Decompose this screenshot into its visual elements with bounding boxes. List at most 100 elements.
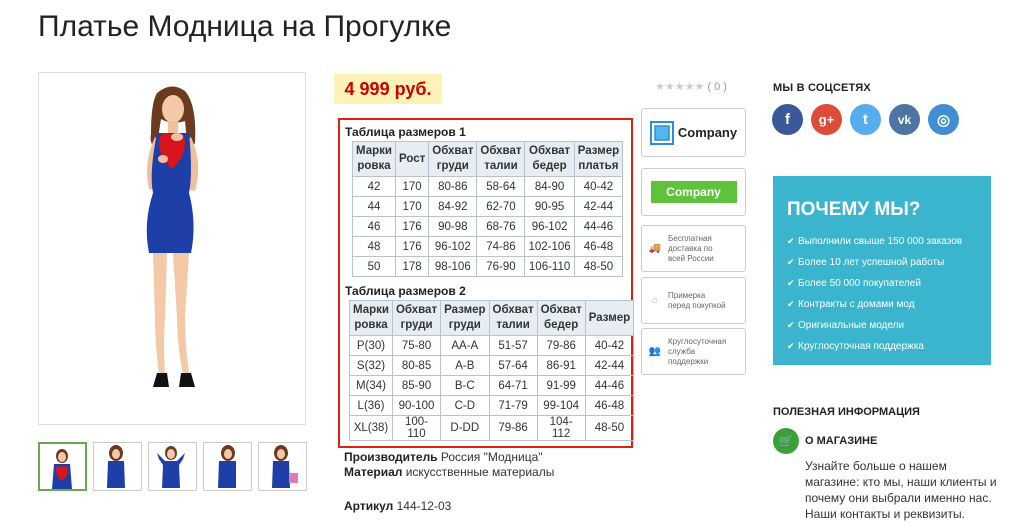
header-line-1: Размер (577, 145, 620, 157)
size-table-header-cell: Обхват груди (428, 141, 478, 177)
support-badge[interactable]: 👥 Круглосуточная служба поддержки (641, 328, 746, 375)
table-cell: 75-80 (391, 335, 442, 356)
manufacturer-value: Россия "Модница" (440, 450, 543, 464)
table-cell: 74-86 (476, 236, 526, 257)
social-icons: f g+ t vk ◎ (772, 104, 959, 135)
twitter-icon[interactable]: t (850, 104, 881, 135)
thumbnail-1[interactable] (38, 442, 87, 491)
delivery-line-2: доставка по (668, 243, 713, 253)
size-table-header-cell: Размер (584, 300, 635, 336)
why-us-list: ✔ Выполнили свыше 150 000 заказов ✔ Более … (787, 234, 991, 360)
delivery-line-3: всей России (668, 253, 714, 263)
table-cell: 176 (394, 236, 430, 257)
why-us-item: ✔ Более 10 лет успешной работы (787, 255, 991, 276)
facebook-icon[interactable]: f (772, 104, 803, 135)
check-icon: ✔ (787, 278, 795, 288)
thumbnail-2[interactable] (93, 442, 142, 491)
header-line-1: Размер (588, 311, 631, 324)
header-line-2: талии (484, 160, 518, 172)
table-row: M(34) 85-90 B-C 64-71 91-99 44-46 (349, 375, 635, 396)
table-cell: 46-48 (573, 236, 624, 257)
manufacturer-label: Производитель (344, 450, 438, 464)
table-cell: 100-110 (391, 415, 442, 441)
header-line-1: Обхват (432, 145, 474, 157)
why-us-item: ✔ Оригинальные модели (787, 318, 991, 339)
table-cell: 170 (394, 196, 430, 217)
header-line-1: Марки (353, 304, 389, 316)
table-cell: 68-76 (476, 216, 526, 237)
table-cell: 104-112 (536, 415, 586, 441)
about-store-link[interactable]: 🛒 О МАГАЗИНЕ (773, 428, 877, 454)
table-cell: 85-90 (391, 375, 442, 396)
thumbnail-3[interactable] (148, 442, 197, 491)
delivery-line-1: Бесплатная (668, 233, 712, 243)
table-cell: L(36) (349, 395, 393, 416)
table-cell: 44-46 (573, 216, 624, 237)
check-icon: ✔ (787, 299, 795, 309)
why-us-item: ✔ Круглосуточная поддержка (787, 339, 991, 360)
rating-stars-icon[interactable]: ★★★★★ (655, 81, 704, 93)
why-us-item-text: Более 10 лет успешной работы (798, 257, 945, 268)
header-line-1: Обхват (540, 304, 582, 316)
truck-icon: 🚚 (648, 242, 662, 254)
size-table-header-cell: Марки ровка (352, 141, 396, 177)
table-row: P(30) 75-80 AA-A 51-57 79-86 40-42 (349, 335, 635, 356)
table-cell: 96-102 (524, 216, 575, 237)
table-cell: D-DD (440, 415, 490, 441)
company-badge-1[interactable]: Company (641, 108, 746, 157)
table-cell: 170 (394, 176, 430, 197)
table-cell: 44-46 (584, 375, 635, 396)
size-table-2-title: Таблица размеров 2 (345, 284, 466, 298)
manufacturer-row: Производитель Россия "Модница" (344, 450, 554, 465)
table-cell: 98-106 (428, 256, 478, 277)
product-main-photo[interactable] (38, 72, 306, 425)
table-cell: 64-71 (488, 375, 538, 396)
table-cell: 62-70 (476, 196, 526, 217)
material-label: Материал (344, 465, 403, 479)
header-line-1: Обхват (480, 145, 522, 157)
table-cell: 96-102 (428, 236, 478, 257)
why-us-item: ✔ Контракты с домами мод (787, 297, 991, 318)
page-title: Платье Модница на Прогулке (38, 10, 452, 43)
about-store-title[interactable]: О МАГАЗИНЕ (805, 435, 877, 447)
thumbnail-5[interactable] (258, 442, 307, 491)
table-row: 46 176 90-98 68-76 96-102 44-46 (352, 216, 624, 237)
company-badge-2[interactable]: Company (641, 168, 746, 216)
why-us-item-text: Круглосуточная поддержка (798, 341, 924, 352)
cart-icon: 🛒 (773, 428, 799, 454)
vk-icon[interactable]: vk (889, 104, 920, 135)
article-row: Артикул 144-12-03 (344, 499, 554, 514)
table-row: 44 170 84-92 62-70 90-95 42-44 (352, 196, 624, 217)
support-line-2: служба (668, 346, 696, 356)
thumbnail-4[interactable] (203, 442, 252, 491)
instagram-icon[interactable]: ◎ (928, 104, 959, 135)
size-table-header-cell: Размер платья (573, 141, 624, 177)
size-tables-box: Таблица размеров 1 Марки ровка Рост Обхват г… (338, 118, 635, 448)
table-cell: A-B (440, 355, 490, 376)
size-table-header-cell: Обхват талии (476, 141, 526, 177)
article-value: 144-12-03 (396, 499, 452, 513)
fitting-badge[interactable]: ⌂ Примерка перед покупкой (641, 277, 746, 324)
size-table-header-cell: Размер груди (440, 300, 490, 336)
header-line-2: талии (496, 319, 530, 331)
price-tag: 4 999 руб. (334, 74, 442, 104)
useful-info-title: ПОЛЕЗНАЯ ИНФОРМАЦИЯ (773, 406, 920, 418)
table-cell: 90-95 (524, 196, 575, 217)
support-text: Круглосуточная служба поддержки (668, 337, 726, 367)
table-cell: 90-98 (428, 216, 478, 237)
fitting-line-2: перед покупкой (668, 300, 726, 310)
model-image (146, 86, 199, 387)
table-cell: 40-42 (584, 335, 635, 356)
table-cell: M(34) (349, 375, 393, 396)
delivery-badge[interactable]: 🚚 Бесплатная доставка по всей России (641, 225, 746, 272)
why-us-title: ПОЧЕМУ МЫ? (787, 199, 921, 220)
support-line-3: поддержки (668, 356, 709, 366)
table-cell: 102-106 (524, 236, 575, 257)
article-label: Артикул (344, 499, 394, 513)
rating[interactable]: ★★★★★ ( 0 ) (655, 80, 727, 93)
fitting-text: Примерка перед покупкой (668, 291, 726, 311)
google-plus-icon[interactable]: g+ (811, 104, 842, 135)
table-row: L(36) 90-100 C-D 71-79 99-104 46-48 (349, 395, 635, 416)
why-us-item-text: Выполнили свыше 150 000 заказов (798, 236, 963, 247)
delivery-text: Бесплатная доставка по всей России (668, 234, 714, 264)
